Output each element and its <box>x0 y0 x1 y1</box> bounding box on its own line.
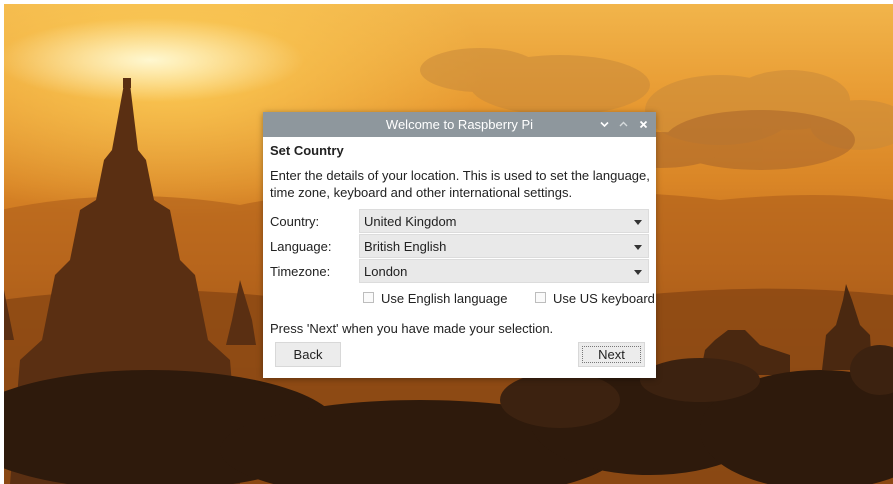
country-value: United Kingdom <box>364 214 457 229</box>
dialog-titlebar[interactable]: Welcome to Raspberry Pi <box>263 112 656 137</box>
language-label: Language: <box>270 239 332 254</box>
close-icon[interactable] <box>636 116 650 132</box>
checkbox-box[interactable] <box>535 292 546 303</box>
use-us-keyboard-label: Use US keyboard <box>553 291 655 306</box>
welcome-dialog: Welcome to Raspberry Pi Set Country Ente… <box>263 112 656 378</box>
use-english-label: Use English language <box>381 291 508 306</box>
timezone-value: London <box>364 264 408 279</box>
timezone-label: Timezone: <box>270 264 331 279</box>
next-button[interactable]: Next <box>578 342 645 367</box>
dropdown-arrow-icon <box>634 220 642 225</box>
screen-edge-top <box>0 0 893 4</box>
language-value: British English <box>364 239 447 254</box>
chevron-up-icon[interactable] <box>616 116 630 132</box>
chevron-down-icon[interactable] <box>597 116 611 132</box>
back-button[interactable]: Back <box>275 342 341 367</box>
screen-edge-left <box>0 0 4 484</box>
country-label: Country: <box>270 214 320 229</box>
language-dropdown[interactable]: British English <box>359 234 649 258</box>
focus-ring <box>582 346 641 363</box>
dropdown-arrow-icon <box>634 270 642 275</box>
section-heading: Set Country <box>270 143 344 158</box>
country-dropdown[interactable]: United Kingdom <box>359 209 649 233</box>
checkbox-box[interactable] <box>363 292 374 303</box>
instruction-text: Press 'Next' when you have made your sel… <box>270 321 554 336</box>
dropdown-arrow-icon <box>634 245 642 250</box>
timezone-dropdown[interactable]: London <box>359 259 649 283</box>
description-text: Enter the details of your location. This… <box>270 168 650 200</box>
